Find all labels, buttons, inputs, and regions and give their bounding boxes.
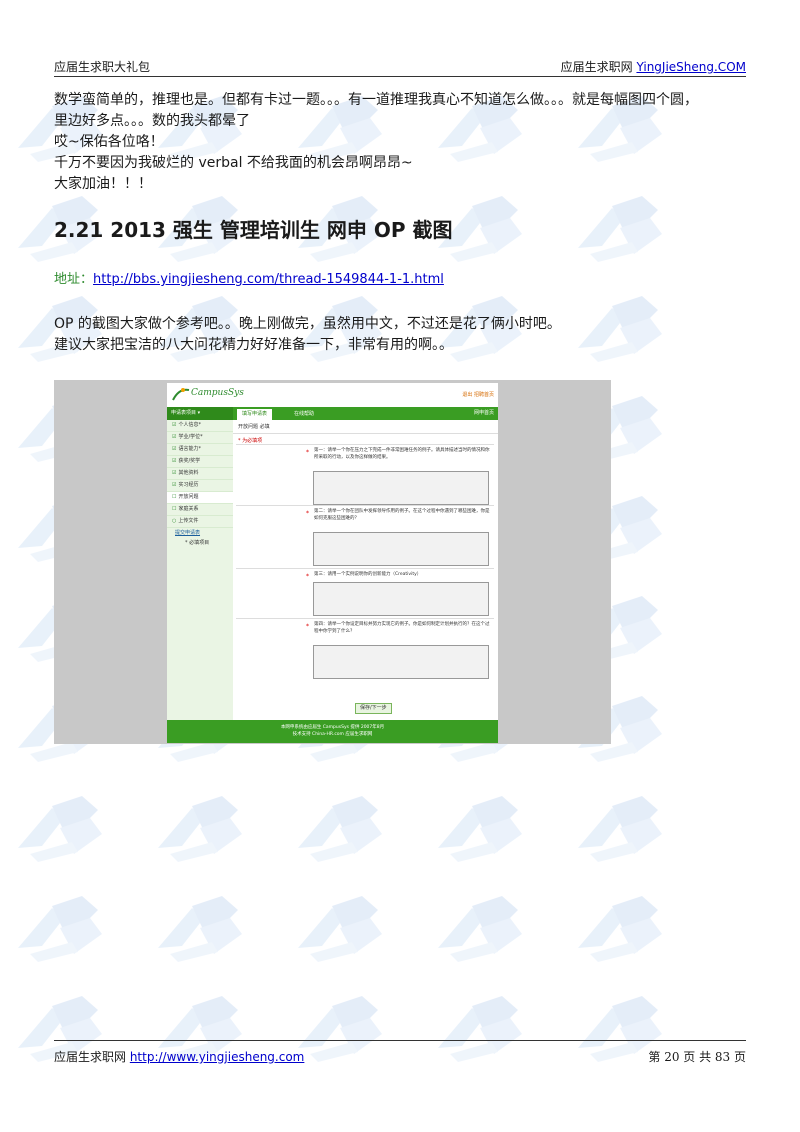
text-line: 哎~保佑各位咯！ <box>54 134 164 150</box>
nav-menu-title[interactable]: 申请表项目 ▾ <box>167 407 233 420</box>
answer-textarea[interactable] <box>313 645 489 679</box>
required-star: * <box>306 449 309 456</box>
text-line: 千万不要因为我破烂的 verbal 不给我面的机会昂啊昂昂~ <box>54 155 413 171</box>
app-logo-text: CampusSys <box>191 388 244 398</box>
submit-application-link[interactable]: 提交申请表 <box>167 528 233 538</box>
app-sidebar: ☑ 个人信息* ☑ 学业/学位* ☑ 语言能力* ☑ 获奖/奖学 ☑ 其他资料 ☑ 实习经历 ☐ 开放问题… <box>167 420 233 720</box>
checkbox-icon: ☑ <box>172 434 177 440</box>
question-block: * 第二：请举一个你在团队中发挥领导作用的例子。在这个过程中你遇到了哪些困难，你… <box>236 505 494 569</box>
text-line: 大家加油！！！ <box>54 176 152 192</box>
question-text: 第一：请举一个你在压力之下完成一件非常困难任务的例子。请具体描述当时的情况和你所… <box>314 448 490 460</box>
sidebar-item-label: 上传文件 <box>178 518 199 524</box>
answer-textarea[interactable] <box>313 582 489 616</box>
campus-logo-icon <box>172 388 190 401</box>
app-topbar: CampusSys 退出 招聘首页 <box>167 383 498 407</box>
header-title: 应届生求职大礼包 <box>54 60 151 74</box>
checkbox-icon: ☐ <box>172 494 177 500</box>
section-heading: 2.21 2013 强生 管理培训生 网申 OP 截图 <box>54 218 453 242</box>
question-block: * 第三：请用一个实例说明你的创新能力（Creativity） <box>236 568 494 619</box>
sidebar-item[interactable]: ☑ 获奖/奖学 <box>167 456 233 468</box>
sidebar-item-label: 个人信息* <box>178 422 201 428</box>
sidebar-item-label: 语言能力* <box>178 446 201 452</box>
checkbox-icon: ☑ <box>172 470 177 476</box>
form-breadcrumb: 开放问题 必填 <box>233 420 498 434</box>
page-header: 应届生求职大礼包 应届生求职网 YingJieSheng.COM <box>54 56 746 78</box>
app-main-panel: 开放问题 必填 * 为必填项 * 第一：请举一个你在压力之下完成一件非常困难任务… <box>233 420 498 720</box>
app-footer-line: 技术支持 China-HR.com 应届生求职网 <box>292 732 373 737</box>
sidebar-item[interactable]: ☑ 其他资料 <box>167 468 233 480</box>
header-site-prefix: 应届生求职网 <box>560 60 637 74</box>
question-text: 第四：请举一个你设定目标并努力实现它的例子。你是如何制定计划并执行的？在这个过程… <box>314 622 490 634</box>
checkbox-icon: ☑ <box>172 482 177 488</box>
footer-site-prefix: 应届生求职网 <box>54 1050 130 1064</box>
paragraph-op: OP 的截图大家做个参考吧。。晚上刚做完，虽然用中文，不过还是花了俩小时吧。 建… <box>54 314 750 356</box>
answer-textarea[interactable] <box>313 532 489 566</box>
checkbox-icon: ☐ <box>172 506 177 512</box>
text-line: 建议大家把宝洁的八大问花精力好好准备一下，非常有用的啊。。 <box>54 337 453 353</box>
tab-help[interactable]: 在线帮助 <box>289 409 319 420</box>
sidebar-item-label: 实习经历 <box>178 482 199 488</box>
answer-textarea[interactable] <box>313 471 489 505</box>
save-next-button[interactable]: 保存/下一步 <box>355 703 392 714</box>
sidebar-item[interactable]: ☑ 语言能力* <box>167 444 233 456</box>
checkbox-icon: ☑ <box>172 458 177 464</box>
question-text: 第二：请举一个你在团队中发挥领导作用的例子。在这个过程中你遇到了哪些困难，你是如… <box>314 509 490 521</box>
tab-fill-form[interactable]: 填写申请表 <box>237 409 273 420</box>
question-block: * 第一：请举一个你在压力之下完成一件非常困难任务的例子。请具体描述当时的情况和… <box>236 444 494 506</box>
address-link[interactable]: http://bbs.yingjiesheng.com/thread-15498… <box>93 272 444 287</box>
checkbox-icon: ☑ <box>172 446 177 452</box>
checkbox-icon: ○ <box>172 518 177 524</box>
paragraph-intro: 数学蛮简单的，推理也是。但都有卡过一题。。。有一道推理我真心不知道怎么做。。。就… <box>54 90 750 195</box>
required-star: * <box>306 510 309 517</box>
sidebar-item[interactable]: ☐ 开放问题 <box>167 492 233 504</box>
sidebar-item[interactable]: ☑ 个人信息* <box>167 420 233 432</box>
question-text: 第三：请用一个实例说明你的创新能力（Creativity） <box>314 572 422 577</box>
required-star: * <box>306 623 309 630</box>
sidebar-item-label: 获奖/奖学 <box>178 458 201 464</box>
sidebar-item-label: 其他资料 <box>178 470 199 476</box>
header-divider <box>54 76 746 77</box>
sidebar-item-label: 开放问题 <box>178 494 199 500</box>
app-footer-line: 本网申系统由应届生 CampusSys 提供 2007年8月 <box>280 725 385 730</box>
address-line: 地址：http://bbs.yingjiesheng.com/thread-15… <box>54 268 444 287</box>
app-footer: 本网申系统由应届生 CampusSys 提供 2007年8月 技术支持 Chin… <box>167 720 498 743</box>
page-number: 第 20 页 共 83 页 <box>648 1050 746 1064</box>
sidebar-item[interactable]: ☑ 学业/学位* <box>167 432 233 444</box>
sidebar-item-label: 家庭关系 <box>178 506 199 512</box>
footer-site-link[interactable]: http://www.yingjiesheng.com <box>130 1050 305 1064</box>
checkbox-icon: ☑ <box>172 422 177 428</box>
sidebar-item[interactable]: ☑ 实习经历 <box>167 480 233 492</box>
text-line: 里边好多点。。。数的我头都晕了 <box>54 113 250 129</box>
required-legend: * 必填项目 <box>185 540 210 546</box>
sidebar-item[interactable]: ☐ 家庭关系 <box>167 504 233 516</box>
sidebar-item[interactable]: ○ 上传文件 <box>167 516 233 528</box>
header-site: 应届生求职网 YingJieSheng.COM <box>561 58 746 75</box>
address-label: 地址： <box>54 272 94 287</box>
footer-site: 应届生求职网 http://www.yingjiesheng.com <box>54 1048 304 1065</box>
page-footer: 应届生求职网 http://www.yingjiesheng.com 第 20 … <box>54 1040 746 1064</box>
app-top-links[interactable]: 退出 招聘首页 <box>462 391 494 398</box>
header-site-link[interactable]: YingJieSheng.COM <box>636 60 746 74</box>
embedded-screenshot: CampusSys 退出 招聘首页 申请表项目 ▾ 填写申请表 在线帮助 网申首… <box>54 380 611 744</box>
text-line: 数学蛮简单的，推理也是。但都有卡过一题。。。有一道推理我真心不知道怎么做。。。就… <box>54 92 698 108</box>
nav-home-link[interactable]: 网申首页 <box>474 407 494 420</box>
required-star: * <box>306 573 309 580</box>
app-navbar: 申请表项目 ▾ 填写申请表 在线帮助 网申首页 <box>167 407 498 420</box>
application-form-window: CampusSys 退出 招聘首页 申请表项目 ▾ 填写申请表 在线帮助 网申首… <box>167 383 498 743</box>
question-block: * 第四：请举一个你设定目标并努力实现它的例子。你是如何制定计划并执行的？在这个… <box>236 618 494 691</box>
text-line: OP 的截图大家做个参考吧。。晚上刚做完，虽然用中文，不过还是花了俩小时吧。 <box>54 316 561 332</box>
sidebar-item-label: 学业/学位* <box>178 434 203 440</box>
footer-divider <box>54 1040 746 1041</box>
